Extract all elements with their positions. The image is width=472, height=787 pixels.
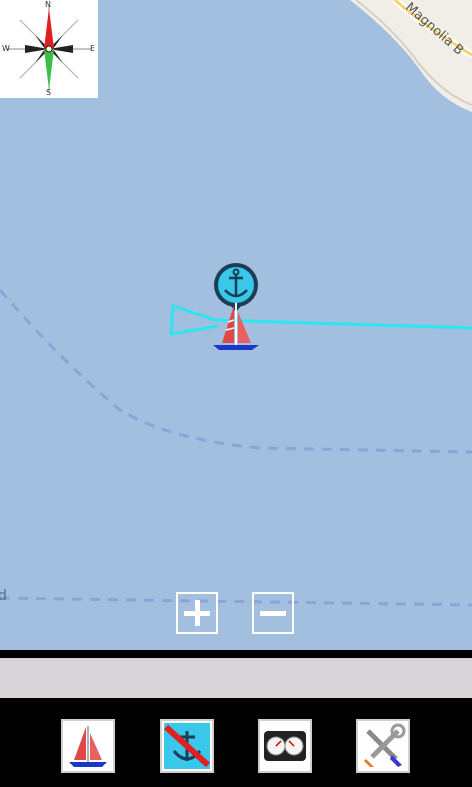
sailboat-icon — [69, 726, 107, 767]
compass-rose-icon: N S E W — [0, 0, 98, 98]
anchor-off-icon — [164, 723, 210, 769]
gauges-icon — [264, 731, 306, 761]
bottom-toolbar — [0, 698, 472, 787]
compass-north-label: N — [45, 0, 51, 9]
zoom-out-button[interactable] — [252, 592, 294, 634]
instruments-button[interactable] — [258, 719, 312, 773]
edge-label: d — [0, 588, 7, 604]
tools-icon — [364, 723, 406, 767]
settings-button[interactable] — [356, 719, 410, 773]
compass-east-label: E — [90, 44, 96, 53]
compass-south-label: S — [46, 88, 52, 97]
boat-button[interactable] — [61, 719, 115, 773]
info-strip — [0, 658, 472, 698]
map-view[interactable]: Magnolia B d N S E W — [0, 0, 472, 650]
anchor-alarm-button[interactable] — [160, 719, 214, 773]
compass-west-label: W — [2, 44, 10, 53]
zoom-in-button[interactable] — [176, 592, 218, 634]
